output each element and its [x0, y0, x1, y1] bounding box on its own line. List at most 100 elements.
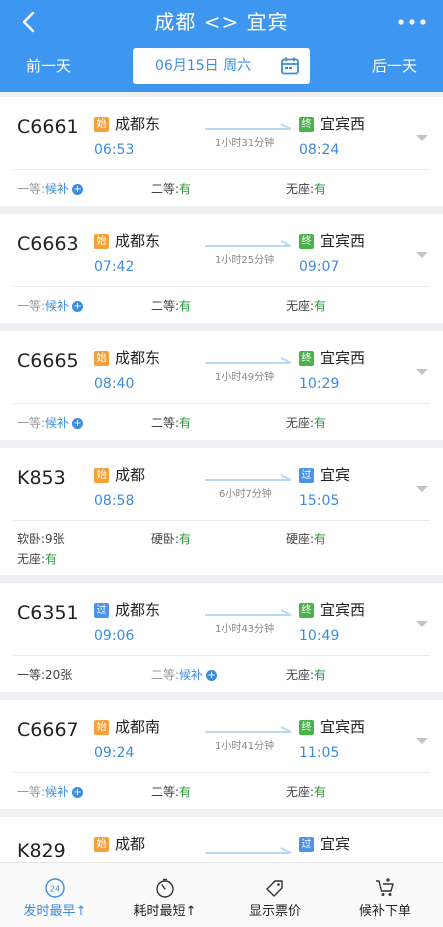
- departure-station: 成都东: [115, 349, 161, 367]
- add-waitlist-icon[interactable]: +: [72, 300, 84, 312]
- train-card[interactable]: C6351 过 成都东 09:06 1小时43分钟 终 宜宾西 10:49 一等…: [0, 583, 443, 692]
- train-card[interactable]: K829 始 成都 过 宜宾: [0, 817, 443, 862]
- seat-first-class[interactable]: 一等: 候补 +: [17, 784, 84, 800]
- divider: [13, 655, 430, 656]
- train-number: C6665: [17, 350, 79, 372]
- train-number: K829: [17, 840, 66, 862]
- route-arrow-icon: [205, 726, 292, 733]
- seat-hard-seat: 硬座: 有: [286, 532, 327, 546]
- arrival-time: 09:07: [299, 259, 340, 275]
- svg-text:24: 24: [50, 885, 60, 894]
- travel-duration: 1小时49分钟: [215, 372, 275, 383]
- chevron-down-icon[interactable]: [415, 736, 429, 746]
- departure-station: 成都: [115, 466, 146, 484]
- seat-second-class: 二等: 有: [151, 416, 192, 430]
- seat-no-seat: 无座: 有: [17, 552, 58, 566]
- prev-day-button[interactable]: 前一天: [26, 55, 71, 77]
- seat-second-class: 二等: 有: [151, 299, 192, 313]
- more-button[interactable]: [395, 8, 429, 36]
- arrival-time: 11:05: [299, 745, 340, 761]
- divider: [13, 286, 430, 287]
- tab-label: 发时最早↑: [23, 904, 87, 919]
- add-waitlist-icon[interactable]: +: [206, 669, 218, 681]
- end-station-badge: 终: [299, 117, 314, 132]
- travel-duration: 1小时25分钟: [215, 255, 275, 266]
- seat-second-class: 二等: 有: [151, 785, 192, 799]
- pass-station-badge: 过: [299, 468, 314, 483]
- seat-no-seat: 无座: 有: [286, 416, 327, 430]
- departure-time: 09:24: [94, 745, 135, 761]
- end-station-badge: 终: [299, 720, 314, 735]
- route-arrow-icon: [205, 847, 292, 854]
- arrival-time: 10:29: [299, 376, 340, 392]
- train-number: C6667: [17, 719, 79, 741]
- date-picker[interactable]: 06月15日 周六: [133, 48, 310, 84]
- tab-label: 候补下单: [358, 904, 411, 919]
- seat-first-class[interactable]: 一等: 候补 +: [17, 415, 84, 431]
- stopwatch-icon: [156, 878, 174, 898]
- train-list[interactable]: C6661 始 成都东 06:53 1小时31分钟 终 宜宾西 08:24 一等…: [0, 97, 443, 862]
- seat-hard-sleeper: 硬卧: 有: [151, 532, 192, 546]
- pass-station-badge: 过: [94, 603, 109, 618]
- next-day-button[interactable]: 后一天: [372, 55, 417, 77]
- start-station-badge: 始: [94, 720, 109, 735]
- train-card[interactable]: C6665 始 成都东 08:40 1小时49分钟 终 宜宾西 10:29 一等…: [0, 331, 443, 440]
- seat-no-seat: 无座: 有: [286, 668, 327, 682]
- route-title: 成都 <> 宜宾: [154, 10, 289, 34]
- departure-time: 09:06: [94, 628, 135, 644]
- end-station-badge: 终: [299, 351, 314, 366]
- travel-duration: 1小时41分钟: [215, 741, 275, 752]
- add-waitlist-icon[interactable]: +: [72, 786, 84, 798]
- departure-station: 成都东: [115, 601, 161, 619]
- arrival-station: 宜宾: [320, 835, 351, 853]
- show-price-tab[interactable]: 显示票价: [220, 863, 330, 927]
- route-arrow-icon: [205, 609, 292, 616]
- clock-24-icon: 24: [45, 878, 65, 898]
- chevron-down-icon[interactable]: [415, 133, 429, 143]
- waitlist-label: 候补: [45, 416, 70, 430]
- departure-time: 08:40: [94, 376, 135, 392]
- start-station-badge: 始: [94, 117, 109, 132]
- departure-station: 成都南: [115, 718, 161, 736]
- seat-no-seat: 无座: 有: [286, 299, 327, 313]
- train-card[interactable]: C6661 始 成都东 06:53 1小时31分钟 终 宜宾西 08:24 一等…: [0, 97, 443, 206]
- seat-first-class: 一等: 20张: [17, 668, 73, 682]
- seat-second-class[interactable]: 二等: 候补 +: [151, 667, 218, 683]
- chevron-down-icon[interactable]: [415, 619, 429, 629]
- add-waitlist-icon[interactable]: +: [72, 183, 84, 195]
- more-dots-icon: [398, 19, 426, 25]
- arrival-time: 10:49: [299, 628, 340, 644]
- seat-first-class[interactable]: 一等: 候补 +: [17, 298, 84, 314]
- sort-by-departure-tab[interactable]: 24 发时最早↑: [0, 863, 110, 927]
- departure-time: 08:58: [94, 493, 135, 509]
- departure-station: 成都: [115, 835, 146, 853]
- train-card[interactable]: K853 始 成都 08:58 6小时7分钟 过 宜宾 15:05 软卧: 9张…: [0, 448, 443, 575]
- arrival-station: 宜宾西: [320, 115, 366, 133]
- chevron-down-icon[interactable]: [415, 250, 429, 260]
- seat-no-seat: 无座: 有: [286, 182, 327, 196]
- end-station-badge: 终: [299, 603, 314, 618]
- train-card[interactable]: C6667 始 成都南 09:24 1小时41分钟 终 宜宾西 11:05 一等…: [0, 700, 443, 809]
- add-waitlist-icon[interactable]: +: [72, 417, 84, 429]
- travel-duration: 6小时7分钟: [219, 489, 272, 500]
- tab-label: 显示票价: [248, 904, 301, 919]
- departure-station: 成都东: [115, 232, 161, 250]
- train-number: K853: [17, 467, 66, 489]
- arrival-station: 宜宾西: [320, 718, 366, 736]
- waitlist-label: 候补: [45, 299, 70, 313]
- waitlist-label: 候补: [179, 668, 204, 682]
- divider: [13, 169, 430, 170]
- waitlist-label: 候补: [45, 785, 70, 799]
- chevron-down-icon[interactable]: [415, 367, 429, 377]
- arrival-station: 宜宾西: [320, 349, 366, 367]
- chevron-down-icon[interactable]: [415, 484, 429, 494]
- waitlist-order-tab[interactable]: 候补下单: [330, 863, 440, 927]
- divider: [13, 772, 430, 773]
- arrival-station: 宜宾: [320, 466, 351, 484]
- seat-first-class[interactable]: 一等: 候补 +: [17, 181, 84, 197]
- waitlist-label: 候补: [45, 182, 70, 196]
- sort-by-duration-tab[interactable]: 耗时最短↑: [110, 863, 220, 927]
- route-arrow-icon: [205, 357, 292, 364]
- train-card[interactable]: C6663 始 成都东 07:42 1小时25分钟 终 宜宾西 09:07 一等…: [0, 214, 443, 323]
- seat-soft-sleeper: 软卧: 9张: [17, 532, 65, 546]
